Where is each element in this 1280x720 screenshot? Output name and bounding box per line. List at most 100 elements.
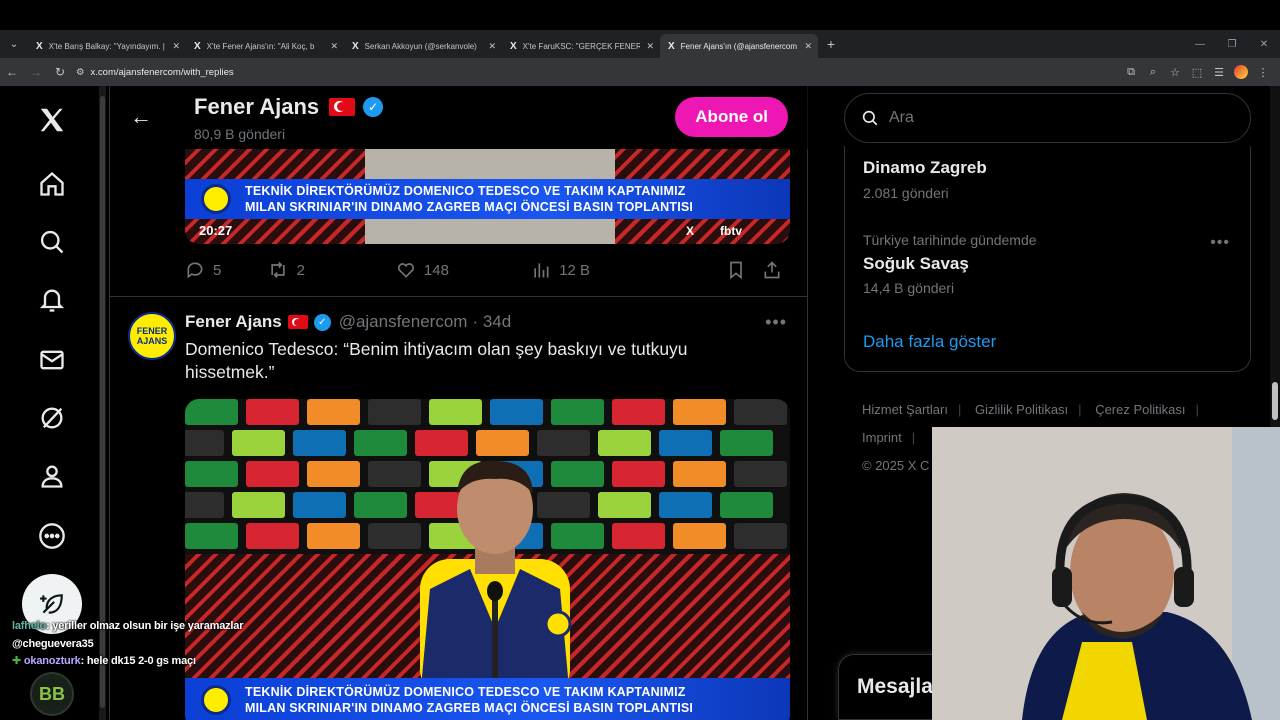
footer-link[interactable]: Çerez Politikası (1095, 402, 1185, 417)
tab-close-icon[interactable]: ✕ (330, 41, 338, 52)
heart-icon (397, 263, 414, 278)
banner-line-1: TEKNİK DİREKTÖRÜMÜZ DOMENICO TEDESCO VE … (245, 184, 686, 198)
browser-tab-active[interactable]: X Fener Ajans'ın (@ajansfenercom ✕ (660, 34, 818, 58)
like-count: 148 (423, 261, 449, 279)
trend-context: Türkiye tarihinde gündemde (863, 232, 1037, 248)
tab-search-dropdown-icon[interactable]: ⌄ (0, 30, 28, 58)
search-icon (862, 110, 878, 126)
reply-icon (187, 262, 203, 279)
x-favicon-icon: X (510, 40, 517, 52)
tweet-author-name[interactable]: Fener Ajans (185, 312, 282, 332)
tab-close-icon[interactable]: ✕ (804, 41, 812, 52)
view-count: 12 B (559, 261, 591, 279)
chat-message: @cheguevera35 (12, 636, 243, 654)
grok-icon[interactable] (28, 394, 76, 442)
back-nav-icon[interactable]: ← (0, 65, 24, 79)
avatar[interactable]: FENER AJANS (128, 312, 176, 360)
more-circle-icon[interactable] (28, 512, 76, 560)
trend-count: 14,4 B gönderi (863, 280, 955, 296)
show-more-link[interactable]: Daha fazla göster (863, 332, 996, 352)
sponsor-tile (246, 523, 299, 549)
bookmark-button[interactable] (726, 260, 762, 280)
trends-panel: Dinamo Zagreb 2.081 gönderi Türkiye tari… (844, 146, 1251, 372)
sponsor-tile (490, 399, 543, 425)
fenerbahce-crest-icon (201, 685, 231, 715)
home-icon[interactable] (28, 160, 76, 208)
sponsor-tile (673, 461, 726, 487)
restore-icon[interactable]: ❐ (1216, 39, 1248, 50)
minimize-icon[interactable]: — (1184, 39, 1216, 50)
footer-link[interactable]: Imprint (862, 430, 902, 445)
profile-name: Fener Ajans ✓ (194, 94, 384, 120)
sponsor-tile (659, 430, 712, 456)
close-window-icon[interactable]: ✕ (1248, 39, 1280, 50)
sponsor-tile (720, 430, 773, 456)
sponsor-tile (185, 523, 238, 549)
chat-message: ✚ okanozturk: hele dk15 2-0 gs maçı (12, 653, 243, 671)
search-input[interactable]: Ara (844, 93, 1251, 143)
x-watermark-icon: X (685, 224, 694, 238)
footer-link[interactable]: Hizmet Şartları (862, 402, 948, 417)
views-chart-icon (534, 263, 549, 278)
x-favicon-icon: X (194, 40, 201, 52)
tab-title: X'te FaruKSC: "GERÇEK FENERE (522, 41, 641, 51)
browser-tab[interactable]: X X'te FaruKSC: "GERÇEK FENERE ✕ (502, 34, 660, 58)
tweet-more-icon[interactable]: ••• (765, 312, 787, 333)
os-top-area (0, 0, 1280, 30)
tweet-video-thumbnail[interactable]: TEKNİK DİREKTÖRÜMÜZ DOMENICO TEDESCO VE … (185, 149, 790, 244)
retweet-button[interactable]: 2 (267, 260, 396, 280)
chat-message: lafhelo: yeriller olmaz olsun bir işe ya… (12, 618, 243, 636)
sponsor-tile (673, 523, 726, 549)
profile-name-text: Fener Ajans (194, 94, 320, 119)
reading-list-icon[interactable]: ☰ (1208, 66, 1230, 79)
tweet-author-handle[interactable]: @ajansfenercom (339, 312, 468, 332)
video-banner: TEKNİK DİREKTÖRÜMÜZ DOMENICO TEDESCO VE … (185, 678, 790, 720)
footer-link[interactable]: Gizlilik Politikası (975, 402, 1068, 417)
sponsor-tile (293, 492, 346, 518)
notifications-bell-icon[interactable] (28, 276, 76, 324)
tab-close-icon[interactable]: ✕ (646, 41, 654, 52)
bookmark-star-icon[interactable]: ☆ (1164, 66, 1186, 79)
browser-tab[interactable]: X Serkan Akkoyun (@serkanvole) ✕ (344, 34, 502, 58)
url-text: x.com/ajansfenercom/with_replies (90, 66, 234, 78)
trend-title[interactable]: Dinamo Zagreb (863, 158, 987, 178)
profile-person-icon[interactable] (28, 452, 76, 500)
browser-tab[interactable]: X X'te Fener Ajans'ın: "Ali Koç, b ✕ (186, 34, 344, 58)
speaker-figure (420, 460, 572, 699)
reply-button[interactable]: 5 (185, 260, 267, 280)
forward-nav-icon[interactable]: → (24, 65, 48, 79)
avatar-text: FENER AJANS (136, 326, 168, 346)
url-field[interactable]: ⚙ x.com/ajansfenercom/with_replies (76, 67, 234, 78)
reload-icon[interactable]: ↻ (48, 65, 72, 79)
tab-close-icon[interactable]: ✕ (172, 41, 180, 52)
browser-tab[interactable]: X X'te Barış Balkay: "Yayındayım. | ✕ (28, 34, 186, 58)
address-bar: ← → ↻ ⚙ x.com/ajansfenercom/with_replies … (0, 58, 1280, 86)
back-arrow-icon[interactable]: ← (130, 104, 152, 130)
new-tab-icon[interactable]: + (818, 36, 844, 52)
zoom-icon[interactable]: ⌕ (1142, 66, 1164, 79)
tweet-divider (110, 296, 808, 297)
menu-kebab-icon[interactable]: ⋮ (1252, 66, 1274, 79)
like-button[interactable]: 148 (396, 260, 531, 280)
x-logo-icon[interactable] (28, 96, 76, 144)
share-button[interactable] (762, 260, 790, 280)
tab-close-icon[interactable]: ✕ (488, 41, 496, 52)
feather-plus-icon (40, 594, 63, 614)
tweet-media-video[interactable]: TEKNİK DİREKTÖRÜMÜZ DOMENICO TEDESCO VE … (185, 399, 790, 720)
tweet-time[interactable]: · 34d (472, 312, 511, 332)
site-info-icon[interactable]: ⚙ (76, 67, 85, 78)
messages-envelope-icon[interactable] (28, 336, 76, 384)
chat-badge-icon: ✚ (12, 655, 22, 667)
cast-icon[interactable]: ⧉ (1120, 66, 1142, 79)
profile-avatar-icon[interactable] (1234, 65, 1248, 79)
verified-badge-icon: ✓ (363, 97, 384, 117)
trend-more-icon[interactable]: ••• (1210, 234, 1230, 252)
extensions-icon[interactable]: ⬚ (1186, 66, 1208, 79)
subscribe-button[interactable]: Abone ol (675, 97, 788, 137)
turkey-flag-icon (329, 98, 356, 116)
trend-title[interactable]: Soğuk Savaş (863, 254, 969, 274)
explore-search-icon[interactable] (28, 218, 76, 266)
sponsor-tile (368, 399, 421, 425)
views-button[interactable]: 12 B (531, 260, 726, 280)
video-duration: 20:27 (199, 223, 233, 238)
